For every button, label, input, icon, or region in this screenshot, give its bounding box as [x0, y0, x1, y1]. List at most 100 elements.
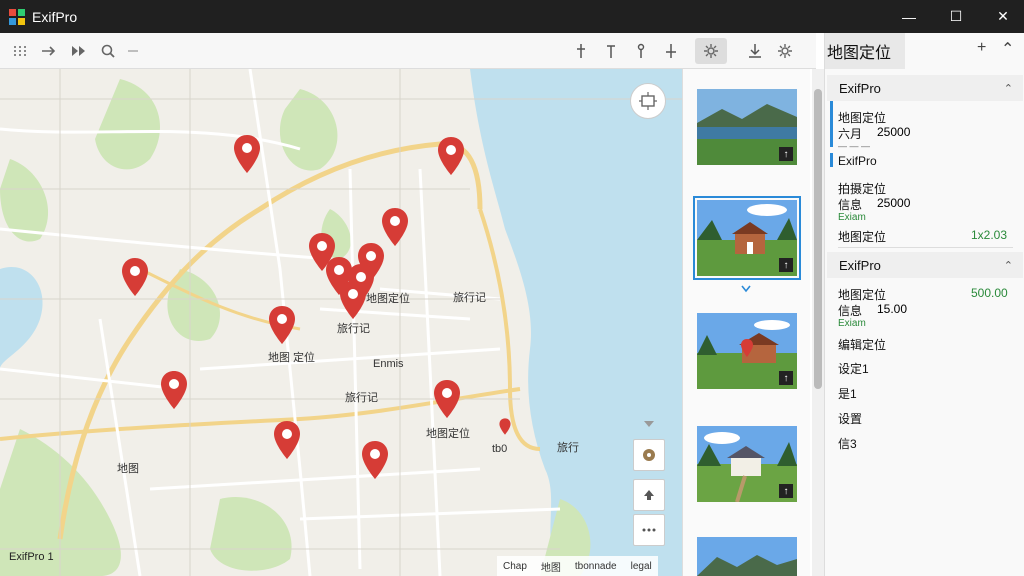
- close-button[interactable]: ✕: [980, 0, 1024, 33]
- attribution-link[interactable]: Chap: [503, 561, 527, 572]
- more-icon[interactable]: [120, 38, 146, 64]
- property-note: — — —: [838, 141, 871, 151]
- compass-button[interactable]: [630, 83, 666, 119]
- scrollbar-thumb[interactable]: [814, 89, 822, 389]
- property-label: 地图定位: [838, 288, 887, 302]
- arrow-up-icon: [644, 490, 654, 500]
- minimize-icon: —: [902, 8, 916, 25]
- property-label: 信息: [838, 304, 863, 318]
- add-icon[interactable]: +: [977, 39, 986, 57]
- upload-icon: ↑: [779, 371, 793, 385]
- compass-icon: [639, 92, 657, 110]
- map-label: tb0: [492, 443, 508, 455]
- window-title: ExifPro: [32, 9, 78, 25]
- map-pin[interactable]: [433, 378, 461, 422]
- section-header[interactable]: ExifPro ⌃: [827, 252, 1023, 278]
- map-pin[interactable]: [268, 304, 296, 348]
- map-label: 旅行: [557, 442, 579, 454]
- maximize-button[interactable]: ☐: [933, 0, 979, 33]
- flag-icon[interactable]: [658, 38, 684, 64]
- chevron-up-icon: ⌃: [1003, 82, 1013, 95]
- upload-icon: ↑: [779, 484, 793, 498]
- gear-icon[interactable]: [772, 38, 798, 64]
- property-label: 拍摄定位: [838, 182, 887, 196]
- photo-thumbnail-selected[interactable]: ↑: [693, 196, 801, 280]
- properties-panel: 地图定位 + ⌃ ExifPro ⌃ 地图定位 六月 25000 — — — E…: [824, 33, 1024, 576]
- map-pin[interactable]: [233, 133, 261, 177]
- property-value: 1x2.03: [971, 228, 1008, 242]
- map-pin[interactable]: [381, 206, 409, 250]
- property-value: 25000: [877, 125, 911, 139]
- map-label: 旅行记: [453, 292, 486, 304]
- map-label: 地图 定位: [268, 352, 316, 364]
- section-title: ExifPro: [839, 80, 881, 96]
- map-pin[interactable]: [121, 256, 149, 300]
- minimize-button[interactable]: —: [886, 0, 932, 33]
- property-label: 六月: [838, 127, 863, 141]
- map-pin[interactable]: [361, 439, 389, 483]
- section-title[interactable]: ExifPro: [838, 154, 877, 168]
- map-label: 地图: [117, 463, 139, 475]
- photo-thumbnail[interactable]: ↑: [697, 89, 797, 165]
- property-label: 地图定位: [838, 111, 887, 125]
- property-tag: Exiam: [838, 318, 866, 329]
- map-label: Enmis: [373, 358, 404, 370]
- locate-button[interactable]: [633, 439, 665, 471]
- attribution-link[interactable]: legal: [631, 561, 652, 572]
- zoom-in-button[interactable]: [633, 479, 665, 511]
- divider: [838, 247, 1013, 248]
- maximize-icon: ☐: [949, 8, 963, 24]
- map-pin[interactable]: [160, 369, 188, 413]
- app-logo-icon: [9, 9, 25, 25]
- marker-icon[interactable]: [628, 38, 654, 64]
- ellipsis-icon: [642, 528, 656, 532]
- play-icon[interactable]: [66, 38, 92, 64]
- map-label: 地图定位: [426, 428, 470, 440]
- property-label: 是1: [838, 387, 857, 401]
- map-label: 旅行记: [337, 323, 370, 335]
- toolbar: [0, 33, 816, 69]
- property-label: 地图定位: [838, 230, 887, 244]
- zoom-icon[interactable]: [95, 38, 121, 64]
- collapse-arrow-icon[interactable]: [643, 416, 655, 427]
- chevron-up-icon[interactable]: ⌃: [1001, 39, 1014, 59]
- panel-title: 地图定位: [825, 33, 905, 69]
- forward-icon[interactable]: [36, 38, 62, 64]
- section-header[interactable]: ExifPro ⌃: [827, 75, 1023, 101]
- upload-icon: ↑: [779, 258, 793, 272]
- photo-thumbnail[interactable]: ↑: [697, 313, 797, 389]
- map-pin[interactable]: [273, 419, 301, 463]
- map-label: 地图定位: [366, 293, 410, 305]
- property-label: 信息: [838, 198, 863, 212]
- property-value: 25000: [877, 196, 911, 210]
- more-options-button[interactable]: [633, 514, 665, 546]
- close-icon: ✕: [997, 8, 1009, 24]
- help-icon: [643, 449, 655, 461]
- map-view[interactable]: 地图定位 旅行记 Enmis 地图 定位 旅行记 地图定位 旅行记 地图 tb0…: [0, 69, 682, 576]
- property-value: 15.00: [877, 302, 908, 316]
- align-icon[interactable]: [598, 38, 624, 64]
- selection-indicator-icon: [741, 280, 751, 293]
- attribution-link[interactable]: tbonnade: [575, 561, 617, 572]
- download-icon[interactable]: [742, 38, 768, 64]
- grid-icon[interactable]: [7, 38, 33, 64]
- property-label: 信3: [838, 437, 857, 451]
- settings-icon[interactable]: [695, 38, 727, 64]
- photo-thumbnail[interactable]: ↑: [697, 426, 797, 502]
- title-bar: ExifPro — ☐ ✕: [0, 0, 1024, 33]
- map-pin[interactable]: [339, 279, 367, 323]
- selection-bar: [830, 153, 833, 167]
- pin-icon[interactable]: [568, 38, 594, 64]
- mountain-photo: [697, 537, 797, 576]
- thumbnail-scrollbar[interactable]: [812, 69, 824, 576]
- map-pin[interactable]: [437, 135, 465, 179]
- property-label: 设置: [838, 412, 863, 426]
- selection-bar: [830, 101, 833, 147]
- upload-icon: ↑: [779, 147, 793, 161]
- map-attribution: Chap 地图 tbonnade legal: [497, 556, 658, 576]
- thumbnail-strip: ↑ ↑ ↑ ↑: [682, 69, 810, 576]
- map-pin-small[interactable]: [499, 417, 511, 437]
- property-label: 编辑定位: [838, 338, 887, 352]
- photo-thumbnail[interactable]: [697, 537, 797, 576]
- attribution-link[interactable]: 地图: [541, 559, 561, 574]
